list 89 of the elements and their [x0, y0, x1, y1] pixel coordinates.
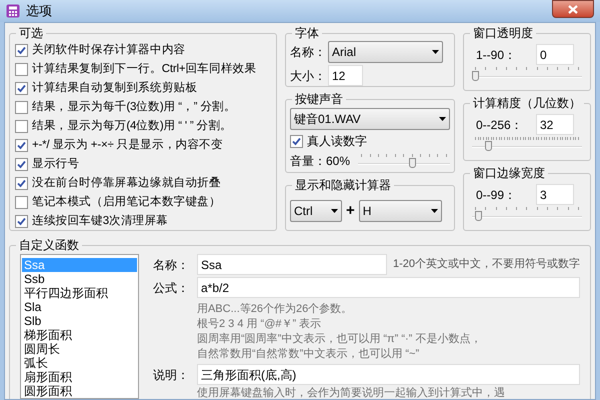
checkmark-icon [17, 217, 26, 226]
checkmark-icon [17, 179, 26, 188]
checkbox-label: 笔记本模式（启用笔记本数字键盘） [32, 194, 221, 210]
group-title: 显示和隐藏计算器 [292, 177, 394, 193]
caret-icon [331, 209, 338, 213]
checkbox[interactable] [15, 139, 28, 152]
checkbox-label: 结果，显示为每万(4位数)用 “ ' ” 分割。 [32, 118, 232, 134]
dropdown[interactable]: Ctrl [290, 200, 342, 222]
dropdown[interactable]: 键音01.WAV [290, 108, 450, 130]
input-field[interactable]: 0 [536, 44, 574, 65]
input-field[interactable]: 3 [536, 184, 574, 205]
checkmark-icon [292, 136, 301, 146]
group-title: 按键声音 [292, 91, 346, 107]
checkbox-label: 计算结果复制到下一行。Ctrl+回车同样效果 [32, 62, 256, 77]
input-field[interactable]: Ssa [196, 254, 387, 275]
range-label: 0--256： [476, 116, 524, 134]
list-item[interactable]: Slb [22, 314, 137, 328]
checkbox-label: +-*/ 显示为 +-×÷ 只是显示，内容不变 [32, 137, 223, 153]
list-item[interactable]: 圆周长 [22, 342, 137, 356]
caret-icon [439, 117, 446, 121]
checkbox[interactable] [15, 82, 28, 95]
group-title: 自定义函数 [16, 237, 82, 253]
checkmark-icon [17, 141, 26, 150]
help-text: 根号2 3 4 用 “@#￥” 表示 [196, 317, 322, 332]
window-title: 选项 [26, 2, 52, 20]
checkbox[interactable] [15, 158, 28, 171]
caret-icon [432, 50, 439, 54]
volume-label: 音量：60% [290, 153, 350, 170]
slider[interactable] [472, 137, 582, 151]
list-item[interactable]: Ssb [22, 272, 137, 286]
calculator-icon [6, 4, 20, 18]
input-field[interactable]: 三角形面积(底,高) [196, 364, 580, 385]
checkmark-icon [17, 84, 26, 93]
caret-icon [430, 209, 438, 213]
help-text: 使用屏幕键盘输入时，会作为简要说明一起输入到计算式中，遇 [196, 387, 506, 400]
checkbox[interactable] [15, 120, 28, 133]
range-label: 0--99： [476, 186, 518, 204]
checkbox-label: 显示行号 [32, 156, 80, 172]
checkbox-label: 没在前台时停靠屏幕边缘就自动折叠 [32, 176, 221, 191]
list-item[interactable]: 梯形面积 [22, 328, 137, 342]
checkbox[interactable] [290, 134, 303, 148]
checkbox[interactable] [15, 177, 28, 190]
field-label: 说明： [152, 366, 190, 384]
field-label: 名称： [290, 44, 326, 61]
checkbox-label: 真人读数字 [307, 133, 367, 150]
range-label: 1--90： [476, 46, 518, 64]
checkbox-label: 结果，显示为每千(3位数)用 “，” 分割。 [32, 100, 236, 115]
group-title: 字体 [292, 25, 322, 41]
dropdown[interactable]: H [358, 200, 442, 222]
checkbox-label: 连续按回车键3次清理屏幕 [32, 214, 168, 229]
help-text: 自然常数用“自然常数”中文表示，也可以用 “~” [196, 347, 420, 362]
group-title: 窗口边缘宽度 [470, 165, 548, 181]
group-title: 窗口透明度 [470, 25, 536, 41]
list-item[interactable]: 圆形面积 [22, 384, 137, 398]
field-label: 名称： [152, 256, 190, 274]
slider[interactable] [472, 207, 582, 221]
checkbox-label: 计算结果自动复制到系统剪贴板 [32, 80, 198, 96]
hint-text: 1-20个英文或中文，不要用符号或数字 [392, 256, 580, 272]
slider[interactable] [472, 67, 582, 81]
help-text: 圆周率用“圆周率”中文表示，也可以用 “π” “·” 不是小数点， [196, 332, 482, 347]
checkbox[interactable] [15, 215, 28, 228]
close-icon [568, 4, 578, 14]
list-item[interactable]: 平行四边形面积 [22, 286, 137, 300]
dropdown[interactable]: Arial [328, 41, 443, 63]
list-item[interactable]: Sla [22, 300, 137, 314]
checkmark-icon [17, 46, 26, 55]
group-title: 可选 [16, 25, 46, 41]
checkmark-icon [17, 160, 26, 169]
help-text: 用ABC...等26个作为26个参数。 [196, 302, 354, 317]
slider[interactable] [358, 154, 450, 168]
checkbox[interactable] [15, 44, 28, 57]
field-label: 公式： [152, 280, 190, 296]
checkbox[interactable] [15, 101, 28, 114]
field-label: 大小： [290, 68, 326, 84]
slider-thumb[interactable] [484, 141, 492, 151]
group-title: 计算精度（几位数） [470, 95, 584, 111]
input-field[interactable]: a*b/2 [196, 277, 580, 298]
checkbox[interactable] [15, 196, 28, 209]
plus-sign: + [346, 201, 355, 221]
slider-thumb[interactable] [472, 71, 479, 81]
list-item[interactable]: 扇形面积 [22, 370, 137, 384]
close-button[interactable] [552, 0, 594, 18]
list-item[interactable]: 弧长 [22, 356, 137, 370]
slider-thumb[interactable] [475, 211, 482, 221]
input-field[interactable]: 12 [328, 65, 363, 86]
slider-thumb[interactable] [409, 158, 416, 168]
input-field[interactable]: 32 [536, 114, 574, 135]
checkbox-label: 关闭软件时保存计算器中内容 [32, 42, 186, 58]
checkbox[interactable] [15, 63, 28, 76]
